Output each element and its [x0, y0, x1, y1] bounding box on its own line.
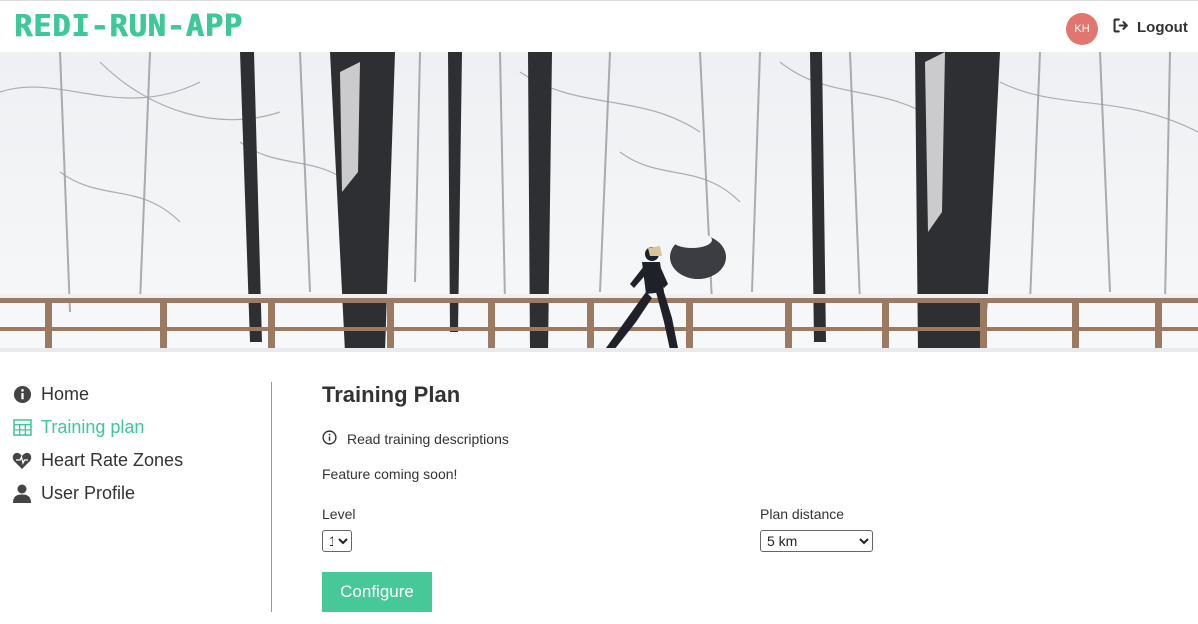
read-training-descriptions-link[interactable]: Read training descriptions: [322, 430, 509, 448]
level-label: Level: [322, 506, 356, 522]
logout-button[interactable]: Logout: [1112, 17, 1188, 38]
plan-distance-label: Plan distance: [760, 506, 845, 522]
sign-out-icon: [1112, 17, 1129, 38]
sidebar-item-label: User Profile: [41, 483, 136, 503]
sidebar-item-label: Heart Rate Zones: [41, 450, 184, 470]
table-icon: [12, 418, 32, 438]
snowy-forest-illustration: [0, 52, 1198, 352]
app-header: REDI-RUN-APP KH Logout: [0, 0, 1198, 52]
sidebar-divider: [271, 382, 272, 612]
sidebar-item-heart-rate-zones[interactable]: Heart Rate Zones: [12, 444, 262, 477]
user-icon: [12, 484, 32, 504]
sidebar-item-training-plan[interactable]: Training plan: [12, 411, 262, 444]
avatar[interactable]: KH: [1066, 13, 1098, 45]
app-logo[interactable]: REDI-RUN-APP: [14, 9, 243, 44]
sidebar-item-label: Training plan: [41, 417, 145, 437]
page-title: Training Plan: [322, 382, 461, 407]
plan-distance-select[interactable]: 5 km: [760, 530, 873, 552]
configure-button[interactable]: Configure: [322, 572, 432, 612]
sidebar-item-home[interactable]: Home: [12, 378, 262, 411]
main-content: Training Plan Read training descriptions…: [322, 378, 1182, 612]
feature-notice: Feature coming soon!: [322, 466, 458, 482]
sidebar-nav: Home Training plan Heart Rate Zones User…: [12, 378, 262, 510]
info-outline-icon: [322, 430, 337, 448]
hero-image: [0, 52, 1198, 352]
info-circle-icon: [12, 385, 32, 405]
sidebar-item-label: Home: [41, 384, 90, 404]
read-link-label: Read training descriptions: [347, 431, 509, 447]
sidebar-item-user-profile[interactable]: User Profile: [12, 477, 262, 510]
heart-icon: [12, 451, 32, 471]
level-select[interactable]: 1: [322, 530, 352, 552]
logout-label: Logout: [1137, 19, 1188, 36]
